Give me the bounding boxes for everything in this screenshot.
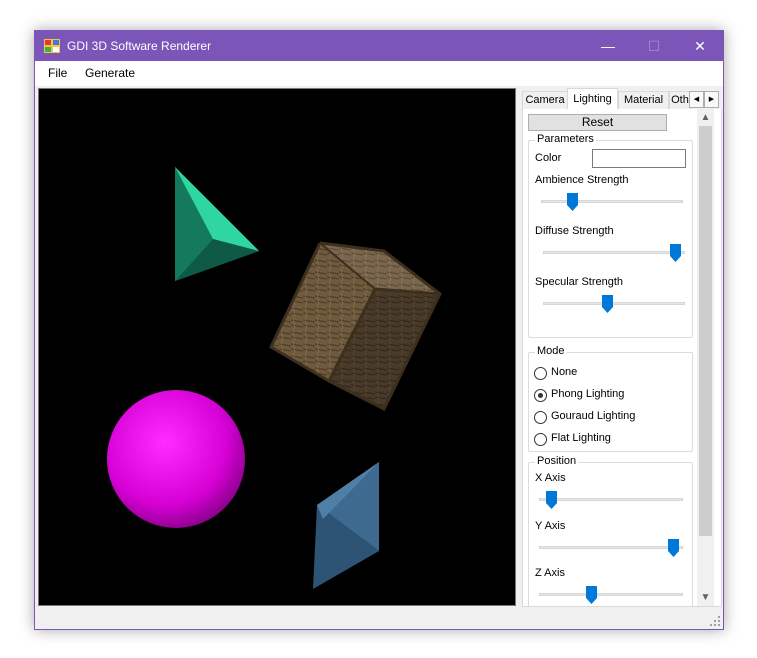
x-axis-slider-track[interactable] <box>539 498 683 501</box>
tab-other[interactable]: Oth <box>669 91 691 109</box>
radio-phong-label[interactable]: Phong Lighting <box>551 388 624 400</box>
close-button[interactable]: ✕ <box>677 31 723 61</box>
position-group: Position X Axis Y Axis Z Axis <box>528 455 693 606</box>
specular-slider-track[interactable] <box>543 302 685 305</box>
maximize-button[interactable]: ☐ <box>631 31 677 61</box>
chevron-up-icon: ▲ <box>700 112 711 123</box>
app-icon <box>44 39 60 53</box>
color-swatch-field[interactable] <box>592 149 686 168</box>
close-icon: ✕ <box>694 38 706 54</box>
z-axis-label: Z Axis <box>535 567 565 579</box>
x-axis-slider-thumb[interactable] <box>545 491 557 509</box>
radio-flat-label[interactable]: Flat Lighting <box>551 432 611 444</box>
magenta-sphere <box>107 390 245 528</box>
diffuse-slider-thumb[interactable] <box>670 244 682 262</box>
status-bar <box>35 608 723 629</box>
radio-none-label[interactable]: None <box>551 366 577 378</box>
tab-scroll-left-button[interactable]: ◀ <box>689 91 704 108</box>
scene-canvas <box>107 167 442 589</box>
ambience-slider-thumb[interactable] <box>567 193 579 211</box>
y-axis-slider-track[interactable] <box>539 546 683 549</box>
x-axis-label: X Axis <box>535 472 566 484</box>
specular-strength-label: Specular Strength <box>535 276 624 288</box>
scroll-down-button[interactable]: ▼ <box>697 589 714 606</box>
diffuse-strength-label: Diffuse Strength <box>535 225 614 237</box>
y-axis-slider-thumb[interactable] <box>668 539 679 557</box>
position-title: Position <box>535 455 579 467</box>
settings-panel: Camera Lighting Material Oth ◀ ▶ Reset P… <box>518 88 722 607</box>
ambience-strength-label: Ambience Strength <box>535 174 629 186</box>
resize-grip-icon[interactable] <box>709 615 721 627</box>
diffuse-slider-track[interactable] <box>543 251 685 254</box>
arrow-left-icon: ◀ <box>693 96 700 103</box>
blue-bipyramid <box>313 462 379 589</box>
z-axis-slider-thumb[interactable] <box>585 586 597 604</box>
panel-vertical-scrollbar[interactable]: ▲ ▼ <box>697 109 714 606</box>
tab-scroll-right-button[interactable]: ▶ <box>704 91 719 108</box>
parameters-title: Parameters <box>535 133 596 145</box>
window-title: GDI 3D Software Renderer <box>67 39 212 53</box>
render-viewport[interactable] <box>38 88 516 606</box>
color-label: Color <box>535 152 562 164</box>
minimize-button[interactable]: — <box>585 31 631 61</box>
scrollbar-thumb[interactable] <box>699 126 712 536</box>
chevron-down-icon: ▼ <box>700 592 711 603</box>
ambience-slider-track[interactable] <box>541 200 683 203</box>
parameters-group: Parameters Color Ambience Strength Diffu… <box>528 133 693 338</box>
mode-title: Mode <box>535 345 567 357</box>
tab-camera[interactable]: Camera <box>522 91 568 109</box>
title-bar[interactable]: GDI 3D Software Renderer — ☐ ✕ <box>35 31 723 61</box>
radio-flat-lighting[interactable] <box>534 433 547 446</box>
tab-material[interactable]: Material <box>618 91 669 109</box>
maximize-icon: ☐ <box>647 38 661 54</box>
minimize-icon: — <box>601 38 615 54</box>
arrow-right-icon: ▶ <box>708 96 715 103</box>
scroll-up-button[interactable]: ▲ <box>697 109 714 126</box>
radio-gouraud-label[interactable]: Gouraud Lighting <box>551 410 635 422</box>
wooden-crate <box>269 241 442 412</box>
menu-generate[interactable]: Generate <box>85 66 135 80</box>
specular-slider-thumb[interactable] <box>601 295 613 313</box>
radio-none[interactable] <box>534 367 547 380</box>
app-window: GDI 3D Software Renderer — ☐ ✕ File Gene… <box>34 30 724 630</box>
reset-button[interactable]: Reset <box>528 114 667 131</box>
mode-group: Mode None Phong Lighting Gouraud Lightin… <box>528 345 693 452</box>
menu-bar: File Generate <box>35 61 723 86</box>
y-axis-label: Y Axis <box>535 520 566 532</box>
radio-phong-lighting[interactable] <box>534 389 547 402</box>
lighting-tab-page: Reset Parameters Color Ambience Strength… <box>522 109 722 607</box>
radio-gouraud-lighting[interactable] <box>534 411 547 424</box>
tab-lighting[interactable]: Lighting <box>567 88 618 110</box>
tab-strip: Camera Lighting Material Oth ◀ ▶ <box>521 88 719 110</box>
green-pyramid <box>175 167 259 281</box>
menu-file[interactable]: File <box>48 66 67 80</box>
z-axis-slider-track[interactable] <box>539 593 683 596</box>
